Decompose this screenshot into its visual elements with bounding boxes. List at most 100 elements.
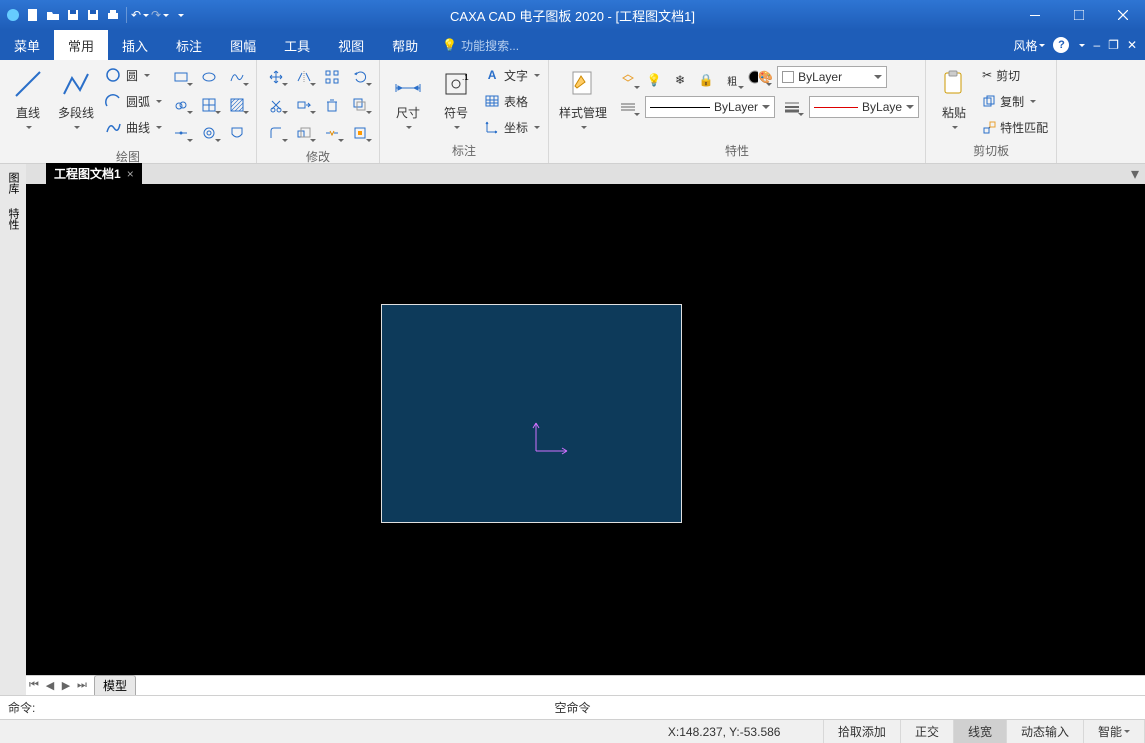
trim-icon[interactable] — [263, 92, 289, 118]
color-icon[interactable]: 🎨 — [747, 64, 773, 90]
status-lineweight[interactable]: 线宽 — [954, 720, 1007, 743]
qat-dropdown-icon[interactable] — [171, 6, 189, 24]
line-label: 直线 — [16, 104, 40, 121]
line-button[interactable]: 直线 — [6, 64, 50, 134]
dimension-button[interactable]: 尺寸 — [386, 64, 430, 134]
help-icon[interactable]: ? — [1053, 37, 1069, 53]
drawing-frame — [381, 304, 682, 523]
style-dropdown[interactable]: 风格 — [1013, 37, 1045, 54]
model-tab[interactable]: 模型 — [94, 675, 136, 696]
style-manager-button[interactable]: 样式管理 — [555, 64, 611, 134]
status-smart[interactable]: 智能 — [1084, 720, 1145, 743]
curve-button[interactable]: 曲线 — [102, 116, 164, 138]
symbol-button[interactable]: .1 符号 — [434, 64, 478, 134]
window-maximize-button[interactable] — [1057, 0, 1101, 30]
saveas-icon[interactable] — [84, 6, 102, 24]
table-button[interactable]: 表格 — [482, 90, 542, 112]
ribbon-group-annot: 尺寸 .1 符号 A文字 表格 坐标 标注 — [380, 60, 549, 163]
lineweight-select[interactable]: ByLaye — [809, 96, 919, 118]
last-view-icon[interactable]: ⏭ — [74, 678, 90, 694]
lineweight-icon[interactable] — [779, 94, 805, 120]
command-line[interactable]: 命令: 空命令 — [0, 695, 1145, 719]
statusbar: X:148.237, Y:-53.586 拾取添加 正交 线宽 动态输入 智能 — [0, 719, 1145, 743]
rotate-icon[interactable] — [347, 64, 373, 90]
status-coordinates[interactable]: X:148.237, Y:-53.586 — [654, 720, 824, 743]
offset-icon[interactable] — [347, 92, 373, 118]
hatch-icon[interactable] — [224, 92, 250, 118]
annot-group-label: 标注 — [386, 140, 542, 163]
break-icon[interactable] — [319, 120, 345, 146]
doc-minimize-button[interactable]: – — [1093, 38, 1100, 52]
rectangle-icon[interactable] — [168, 64, 194, 90]
match-properties-button[interactable]: 特性匹配 — [980, 116, 1050, 138]
window-close-button[interactable] — [1101, 0, 1145, 30]
arc-button[interactable]: 圆弧 — [102, 90, 164, 112]
ellipse-icon[interactable] — [196, 64, 222, 90]
color-select[interactable]: ByLayer — [777, 66, 887, 88]
freeze-icon[interactable]: ❄ — [667, 67, 693, 93]
lock-icon[interactable]: 🔒 — [693, 67, 719, 93]
new-icon[interactable] — [24, 6, 42, 24]
spline-icon[interactable] — [224, 64, 250, 90]
coord-button[interactable]: 坐标 — [482, 116, 542, 138]
gear-icon[interactable] — [196, 120, 222, 146]
cut-button[interactable]: ✂剪切 — [980, 64, 1050, 86]
cloud-icon[interactable] — [168, 92, 194, 118]
array-icon[interactable] — [319, 64, 345, 90]
sidebar-panel-1[interactable]: 图库 — [3, 168, 23, 198]
move-icon[interactable] — [263, 64, 289, 90]
point-icon[interactable] — [168, 120, 194, 146]
redo-icon[interactable]: ↷ — [151, 6, 169, 24]
explode-icon[interactable] — [347, 120, 373, 146]
close-tab-icon[interactable]: × — [127, 167, 134, 181]
menu-caidan[interactable]: 菜单 — [0, 30, 54, 60]
save-icon[interactable] — [64, 6, 82, 24]
mirror-icon[interactable] — [291, 64, 317, 90]
fillet-icon[interactable] — [263, 120, 289, 146]
next-view-icon[interactable]: ▶ — [58, 678, 74, 694]
window-minimize-button[interactable] — [1013, 0, 1057, 30]
circle-button[interactable]: 圆 — [102, 64, 164, 86]
text-button[interactable]: A文字 — [482, 64, 542, 86]
doc-restore-button[interactable]: ❐ — [1108, 38, 1119, 52]
command-prompt: 命令: — [8, 699, 35, 716]
doc-close-button[interactable]: ✕ — [1127, 38, 1137, 52]
stretch-icon[interactable] — [291, 92, 317, 118]
app-icon[interactable] — [4, 6, 22, 24]
document-tab-active[interactable]: 工程图文档1 × — [46, 163, 142, 184]
print-icon[interactable] — [104, 6, 122, 24]
bulb-icon[interactable]: 💡 — [641, 67, 667, 93]
menu-bangzhu[interactable]: 帮助 — [378, 30, 432, 60]
first-view-icon[interactable]: ⏮ — [26, 678, 42, 694]
status-ortho[interactable]: 正交 — [901, 720, 954, 743]
menu-gongju[interactable]: 工具 — [270, 30, 324, 60]
drawing-canvas[interactable] — [26, 184, 1145, 675]
layer-icon[interactable] — [615, 67, 641, 93]
status-pick[interactable]: 拾取添加 — [824, 720, 901, 743]
bulb-icon: 💡 — [442, 38, 457, 52]
menu-charu[interactable]: 插入 — [108, 30, 162, 60]
linetype-select[interactable]: ByLayer — [645, 96, 775, 118]
linetype-icon[interactable] — [615, 94, 641, 120]
block-icon[interactable] — [196, 92, 222, 118]
undo-icon[interactable]: ↶ — [131, 6, 149, 24]
menu-biaozhu[interactable]: 标注 — [162, 30, 216, 60]
copy-button[interactable]: 复制 — [980, 90, 1050, 112]
menu-tufu[interactable]: 图幅 — [216, 30, 270, 60]
delete-icon[interactable] — [319, 92, 345, 118]
search-placeholder: 功能搜索... — [461, 37, 519, 54]
sidebar-panel-2[interactable]: 特性 — [3, 204, 23, 234]
polyline-button[interactable]: 多段线 — [54, 64, 98, 134]
menu-shitu[interactable]: 视图 — [324, 30, 378, 60]
open-icon[interactable] — [44, 6, 62, 24]
scissors-icon: ✂ — [982, 68, 992, 82]
region-icon[interactable] — [224, 120, 250, 146]
function-search[interactable]: 💡 功能搜索... — [442, 30, 519, 60]
paste-button[interactable]: 粘贴 — [932, 64, 976, 134]
tabs-menu-icon[interactable]: ▾ — [1131, 164, 1145, 184]
status-dynamic-input[interactable]: 动态输入 — [1007, 720, 1084, 743]
scale-icon[interactable] — [291, 120, 317, 146]
menu-changyong[interactable]: 常用 — [54, 30, 108, 60]
prev-view-icon[interactable]: ◀ — [42, 678, 58, 694]
thick-button[interactable]: 粗 — [719, 67, 745, 93]
